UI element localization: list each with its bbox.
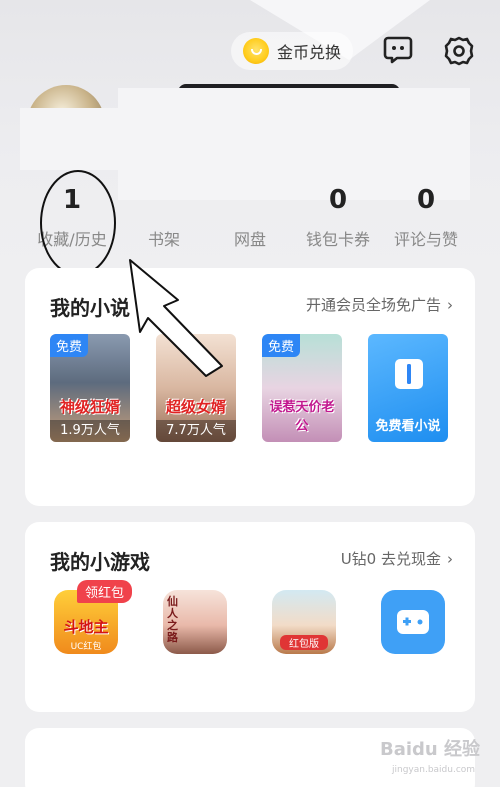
- coin-icon: [243, 38, 269, 64]
- message-icon[interactable]: [383, 36, 413, 64]
- free-read-novels-button[interactable]: 免费看小说: [368, 334, 448, 442]
- my-novels-card: 我的小说 开通会员全场免广告 › 免费 神级狂婿 1.9万人气 超级女婿 7.7万…: [25, 268, 475, 506]
- stat-label: 网盘: [233, 230, 266, 249]
- coin-exchange-label: 金币兑换: [277, 43, 342, 62]
- coin-exchange-button[interactable]: 金币兑换: [231, 32, 353, 70]
- stat-cloud-drive[interactable]: 网盘: [202, 182, 298, 250]
- cover-title: 超级女婿: [165, 398, 226, 416]
- stat-wallet-coupons[interactable]: 0 钱包卡券: [290, 182, 386, 250]
- link-label: U钻0 去兑现金: [340, 550, 441, 568]
- free-read-label: 免费看小说: [375, 419, 441, 434]
- stat-comments-likes[interactable]: 0 评论与赞: [378, 182, 474, 250]
- stat-value: [202, 182, 298, 218]
- my-games-card: 我的小游戏 U钻0 去兑现金 › 领红包 斗地主 UC红包 仙人之路 红包版: [25, 522, 475, 712]
- gamepad-icon: [397, 610, 429, 634]
- settings-icon[interactable]: [444, 36, 474, 66]
- stat-label: 钱包卡券: [305, 230, 370, 249]
- novel-popularity: 7.7万人气: [156, 420, 236, 442]
- game-item-redpacket[interactable]: 红包版: [272, 590, 336, 654]
- cover-title: 神级狂婿: [59, 398, 120, 416]
- stat-bookshelf[interactable]: 书架: [116, 182, 212, 250]
- circle-annotation: [40, 170, 116, 276]
- stat-label: 书架: [147, 230, 180, 249]
- game-title: 仙人之路: [167, 595, 178, 644]
- game-subtitle: UC红包: [70, 642, 102, 652]
- arrow-annotation: [129, 259, 223, 377]
- redacted-area: [20, 108, 120, 170]
- chevron-right-icon: ›: [447, 550, 453, 568]
- watermark-sub: jingyan.baidu.com: [392, 765, 476, 775]
- novel-item[interactable]: 免费 误惹天价老公: [262, 334, 342, 442]
- red-packet-badge: 领红包: [77, 580, 133, 603]
- book-icon: [395, 359, 423, 389]
- stat-value: 0: [416, 185, 436, 215]
- game-title: 斗地主: [63, 618, 109, 636]
- stat-value: [116, 182, 212, 218]
- card-title: 我的小游戏: [50, 550, 150, 574]
- game-item-xianren[interactable]: 仙人之路: [163, 590, 227, 654]
- stat-label: 评论与赞: [393, 230, 458, 249]
- link-label: 开通会员全场免广告: [305, 296, 441, 314]
- cover-title: 误惹天价老公: [269, 400, 335, 434]
- novel-popularity: 1.9万人气: [50, 420, 130, 442]
- game-subtitle: 红包版: [280, 635, 328, 650]
- vip-no-ads-link[interactable]: 开通会员全场免广告 ›: [306, 294, 453, 315]
- free-badge: 免费: [262, 334, 301, 357]
- game-item-more-games[interactable]: [381, 590, 445, 654]
- watermark: Baidu 经验: [380, 739, 481, 760]
- redeem-cash-link[interactable]: U钻0 去兑现金 ›: [341, 548, 453, 569]
- stat-value: 0: [328, 185, 348, 215]
- chevron-right-icon: ›: [447, 296, 453, 314]
- free-badge: 免费: [50, 334, 89, 357]
